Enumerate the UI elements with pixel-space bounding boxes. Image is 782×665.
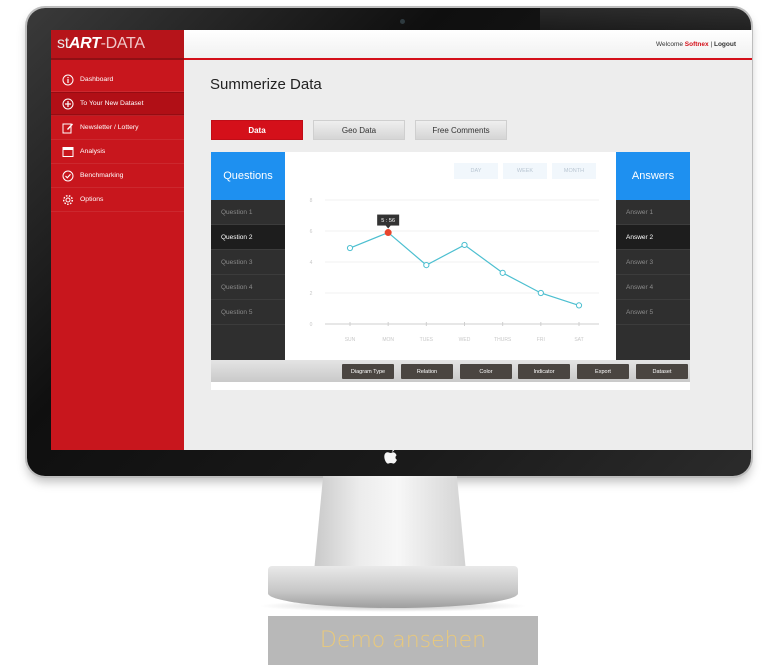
demo-button[interactable]: Demo ansehen [268,616,538,665]
x-tick-label: MON [382,337,394,343]
data-point [575,302,583,309]
tab-bar: Data Geo Data Free Comments [211,120,517,140]
monitor-stand [314,476,466,572]
window-icon [62,146,74,157]
y-tick-label: 6 [310,229,313,235]
monitor-base [268,566,518,608]
sidebar-item-label: Options [80,196,104,203]
indicator-button[interactable]: Indicator [518,364,570,379]
question-item[interactable]: Question 5 [211,300,285,325]
info-icon [62,74,74,85]
data-point [346,244,354,252]
data-point [537,289,544,297]
sidebar-item-label: To Your New Dataset [80,100,144,107]
answers-header: Answers [616,152,690,200]
sidebar-item-analysis[interactable]: Analysis [51,140,184,164]
y-tick-label: 0 [310,322,313,328]
color-button[interactable]: Color [460,364,512,379]
sidebar-nav: Dashboard To Your New Dataset Newsletter… [51,68,184,212]
check-circle-icon [62,170,74,181]
camera-icon [400,19,405,24]
export-button[interactable]: Export [577,364,629,379]
sidebar: st ART -DATA Dashboard To Your New Dataset… [51,30,184,450]
questions-header: Questions [211,152,285,200]
question-item[interactable]: Question 1 [211,200,285,225]
separator: | [710,41,713,48]
questions-list: Question 1 Question 2 Question 3 Questio… [211,200,285,360]
app-logo[interactable]: st ART -DATA [51,30,184,60]
tooltip-label: 5 : 56 [381,218,395,224]
sidebar-item-options[interactable]: Options [51,188,184,212]
chart-area: DAY WEEK MONTH 0 2 4 6 8 SUN MON TUES WED THURS FR… [285,152,616,360]
data-point [499,269,506,276]
plus-circle-icon [62,98,74,109]
x-tick-label: SUN [345,337,356,343]
tab-geo-data[interactable]: Geo Data [313,120,405,140]
main-content: Summerize Data Data Geo Data Free Commen… [184,62,752,450]
data-panel: Questions Question 1 Question 2 Question… [211,152,690,390]
sidebar-item-label: Newsletter / Lottery [80,124,139,131]
username[interactable]: Softnex [685,41,709,48]
y-tick-label: 2 [310,291,313,297]
dataset-button[interactable]: Dataset [636,364,688,379]
logo-part-data: -DATA [100,35,145,52]
answers-list: Answer 1 Answer 2 Answer 3 Answer 4 Answ… [616,200,690,360]
page-title: Summerize Data [210,76,322,93]
question-item-selected[interactable]: Question 2 [211,225,285,250]
tooltip-arrow [385,225,391,229]
welcome-text: Welcome Softnex | Logout [656,41,736,48]
x-tick-label: SAT [574,337,583,343]
sidebar-item-benchmarking[interactable]: Benchmarking [51,164,184,188]
question-item[interactable]: Question 3 [211,250,285,275]
line-chart: 0 2 4 6 8 SUN MON TUES WED THURS FRI SAT 5 : 56 [310,198,599,343]
logo-part-st: st [57,35,69,52]
data-point [461,241,468,249]
answer-item[interactable]: Answer 1 [616,200,690,225]
answer-item[interactable]: Answer 5 [616,300,690,325]
logo-part-art: ART [68,35,101,52]
diagram-type-button[interactable]: Diagram Type [342,364,394,379]
sidebar-item-label: Dashboard [80,76,114,83]
question-item[interactable]: Question 4 [211,275,285,300]
sidebar-item-dashboard[interactable]: Dashboard [51,68,184,92]
sidebar-item-new-dataset[interactable]: To Your New Dataset [51,92,184,116]
sidebar-item-label: Benchmarking [80,172,124,179]
sidebar-item-newsletter[interactable]: Newsletter / Lottery [51,116,184,140]
welcome-prefix: Welcome [656,41,683,48]
x-tick-label: WED [459,337,471,343]
answer-item[interactable]: Answer 3 [616,250,690,275]
y-tick-label: 8 [310,198,313,204]
answer-item-selected[interactable]: Answer 2 [616,225,690,250]
x-tick-label: TUES [420,337,434,343]
apple-logo-icon [384,449,397,464]
sidebar-item-label: Analysis [80,148,106,155]
screen: Welcome Softnex | Logout st ART -DATA Dash… [51,30,752,450]
logout-link[interactable]: Logout [714,41,736,48]
tab-data[interactable]: Data [211,120,303,140]
tab-free-comments[interactable]: Free Comments [415,120,507,140]
x-tick-label: FRI [537,337,545,343]
relation-button[interactable]: Relation [401,364,453,379]
chart-toolbar: Diagram Type Relation Color Indicator Ex… [211,360,690,382]
gear-icon [62,194,74,205]
x-tick-label: THURS [494,337,512,343]
data-point [423,262,430,269]
edit-icon [62,123,73,133]
data-point-highlight [384,229,392,237]
y-tick-label: 4 [310,260,313,266]
answer-item[interactable]: Answer 4 [616,275,690,300]
